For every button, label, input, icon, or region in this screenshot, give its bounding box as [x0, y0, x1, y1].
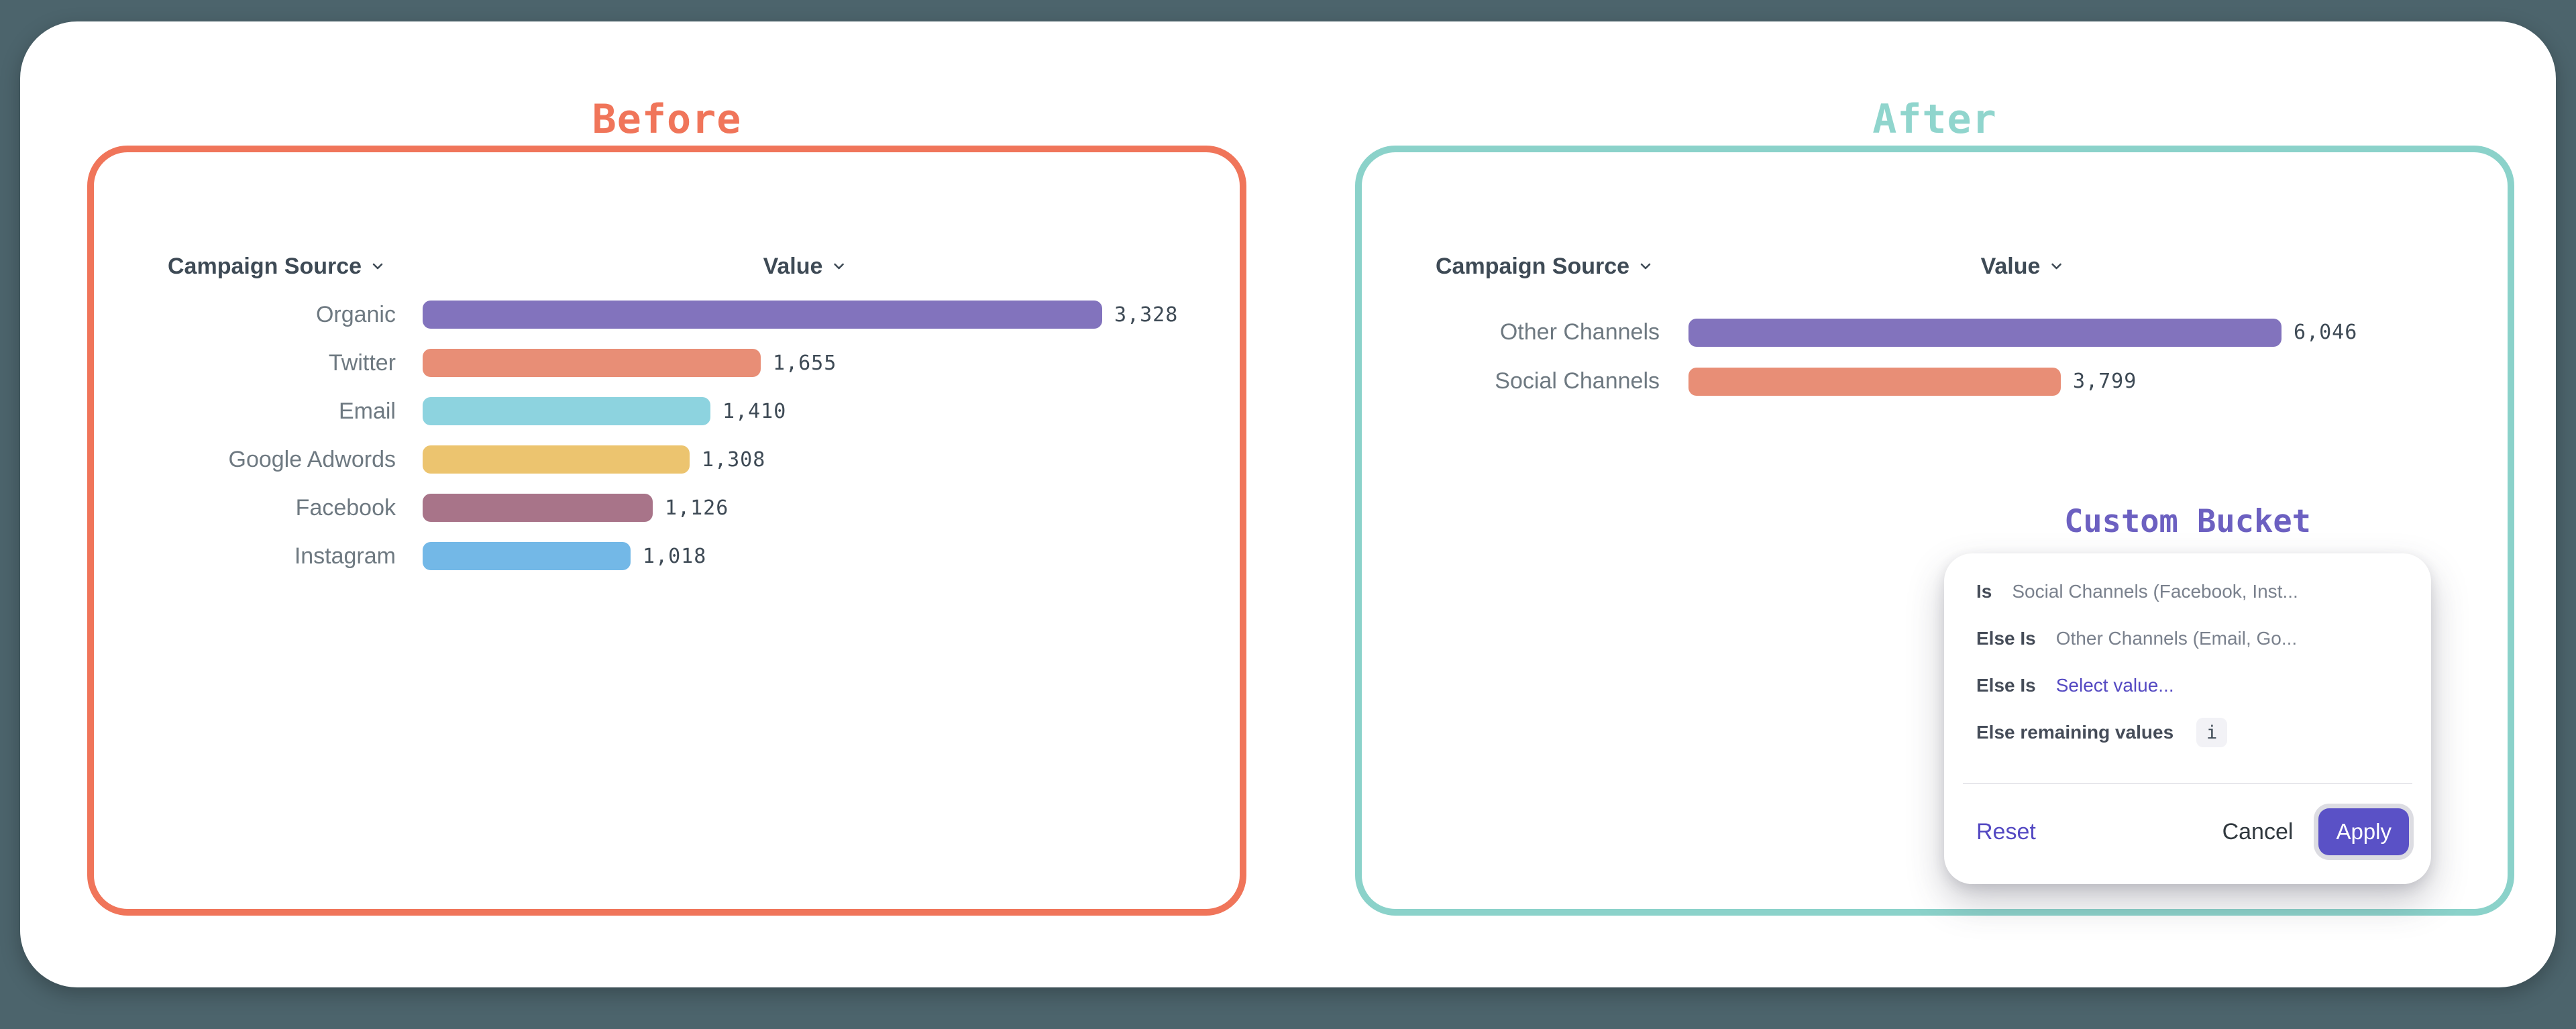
value-header-label: Value: [763, 254, 823, 280]
row-label: Organic: [94, 302, 396, 328]
value-header[interactable]: Value: [763, 252, 847, 281]
chevron-down-icon: [830, 258, 847, 274]
custom-bucket-popup: Is Social Channels (Facebook, Inst... El…: [1944, 553, 2431, 884]
row-bar[interactable]: [423, 494, 653, 522]
value-header-label: Value: [1981, 254, 2041, 280]
row-value: 1,655: [773, 351, 837, 375]
row-value: 1,126: [665, 496, 729, 520]
row-label: Other Channels: [1362, 319, 1660, 345]
content-card: Before After Campaign Source Value Organ…: [20, 21, 2556, 987]
bucket-rule: Else Is Other Channels (Email, Go...: [1976, 615, 2407, 662]
after-table-rows: Other Channels 6,046 Social Channels 3,7…: [1362, 308, 2508, 406]
reset-button[interactable]: Reset: [1976, 819, 2036, 845]
campaign-source-header[interactable]: Campaign Source: [168, 252, 386, 281]
row-value: 6,046: [2294, 321, 2357, 344]
rule-keyword: Else Is: [1976, 675, 2036, 696]
popup-footer: Reset Cancel Apply: [1976, 795, 2409, 869]
row-bar[interactable]: [1688, 319, 2282, 347]
table-row: Organic 3,328: [94, 290, 1240, 339]
row-bar[interactable]: [423, 542, 631, 570]
before-panel: Campaign Source Value Organic 3,328 Twit…: [87, 146, 1246, 916]
row-value: 3,799: [2073, 370, 2137, 393]
apply-button[interactable]: Apply: [2318, 808, 2409, 855]
table-row: Other Channels 6,046: [1362, 308, 2508, 357]
table-row: Facebook 1,126: [94, 484, 1240, 532]
before-table-rows: Organic 3,328 Twitter 1,655 Email 1,410 …: [94, 290, 1240, 580]
row-bar[interactable]: [423, 397, 710, 425]
row-value: 1,308: [702, 448, 765, 472]
row-bar[interactable]: [1688, 368, 2061, 396]
rule-keyword: Else remaining values: [1976, 722, 2174, 743]
chevron-down-icon: [1638, 258, 1654, 274]
table-row: Email 1,410: [94, 387, 1240, 435]
value-header[interactable]: Value: [1981, 252, 2065, 281]
rule-keyword: Else Is: [1976, 628, 2036, 649]
table-row: Twitter 1,655: [94, 339, 1240, 387]
bucket-rule: Else Is Select value...: [1976, 662, 2407, 709]
page-background: Before After Campaign Source Value Organ…: [0, 0, 2576, 1029]
rule-value[interactable]: Social Channels (Facebook, Inst...: [2012, 581, 2298, 602]
custom-bucket-title: Custom Bucket: [1944, 506, 2431, 537]
row-value: 1,018: [643, 545, 706, 568]
row-bar[interactable]: [423, 349, 761, 377]
row-label: Social Channels: [1362, 368, 1660, 394]
popup-divider: [1963, 783, 2412, 784]
rule-value[interactable]: Select value...: [2056, 675, 2174, 696]
row-label: Email: [94, 398, 396, 425]
bucket-rule: Else remaining values i: [1976, 709, 2407, 756]
campaign-source-header-label: Campaign Source: [1436, 254, 1629, 280]
bucket-rule: Is Social Channels (Facebook, Inst...: [1976, 568, 2407, 615]
row-label: Instagram: [94, 543, 396, 570]
before-title: Before: [87, 99, 1246, 140]
campaign-source-header[interactable]: Campaign Source: [1436, 252, 1654, 281]
table-row: Instagram 1,018: [94, 532, 1240, 580]
row-value: 3,328: [1114, 303, 1178, 327]
row-value: 1,410: [722, 400, 786, 423]
table-row: Google Adwords 1,308: [94, 435, 1240, 484]
row-bar[interactable]: [423, 301, 1102, 329]
chevron-down-icon: [2048, 258, 2064, 274]
bucket-rules: Is Social Channels (Facebook, Inst... El…: [1976, 568, 2407, 756]
chevron-down-icon: [370, 258, 386, 274]
campaign-source-header-label: Campaign Source: [168, 254, 362, 280]
row-label: Twitter: [94, 350, 396, 376]
row-bar[interactable]: [423, 445, 690, 474]
row-label: Google Adwords: [94, 447, 396, 473]
rule-value[interactable]: Other Channels (Email, Go...: [2056, 628, 2297, 649]
after-title: After: [1355, 99, 2514, 140]
info-icon[interactable]: i: [2196, 718, 2227, 747]
cancel-button[interactable]: Cancel: [2222, 819, 2294, 845]
row-label: Facebook: [94, 495, 396, 521]
table-row: Social Channels 3,799: [1362, 357, 2508, 406]
rule-keyword: Is: [1976, 581, 1992, 602]
